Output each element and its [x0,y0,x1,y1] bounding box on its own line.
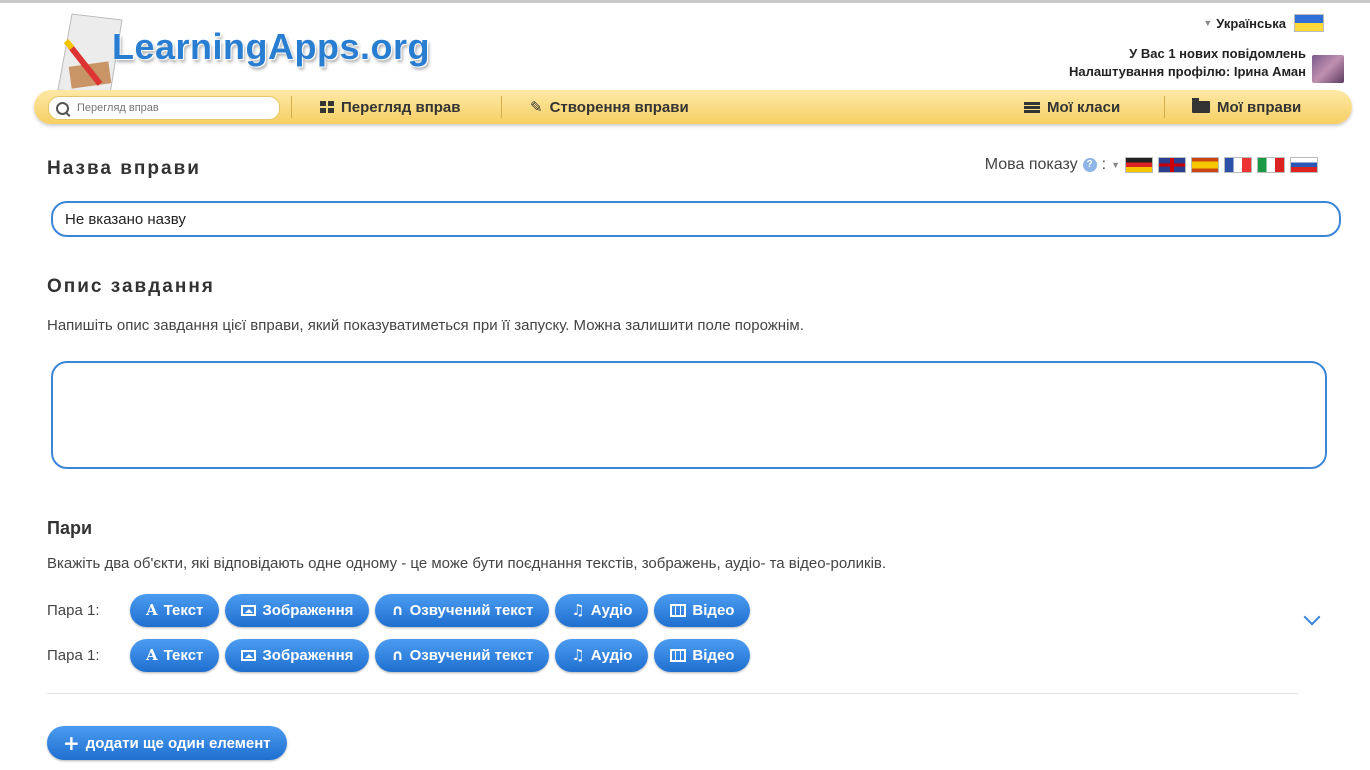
add-image-label: Зображення [262,646,354,664]
display-language-label: Мова показу [984,156,1078,173]
add-image-button[interactable]: Зображення [225,593,370,627]
add-audio-label: Аудіо [590,646,633,664]
language-label: Українська [1216,15,1286,31]
plus-icon: + [63,731,80,755]
messages-link[interactable]: У Вас 1 нових повідомлень [1129,46,1306,61]
nav-create-app[interactable]: ✎ Створення вправи [530,90,689,124]
image-icon [241,649,257,661]
nav-divider [501,96,502,118]
app-title-input[interactable] [51,201,1341,237]
add-text-label: Текст [163,601,204,619]
search-icon [56,101,69,115]
profile-settings-link[interactable]: Налаштування профілю: Ірина Аман [1069,64,1306,79]
music-icon: ♫ [571,646,585,664]
russian-flag-icon[interactable] [1290,157,1318,173]
add-text-label: Текст [163,646,204,664]
app-title-heading: Назва вправи [47,158,201,179]
site-logo[interactable]: LearningApps.org [112,26,430,68]
caret-down-icon: ▼ [1203,18,1213,28]
text-icon: A [146,601,158,619]
display-language-selector[interactable]: Мова показу ? : ▼ [985,156,1318,174]
add-image-button[interactable]: Зображення [225,638,370,672]
main-navbar: Перегляд вправ ✎ Створення вправи Мої кл… [34,90,1352,124]
nav-divider [1164,96,1165,118]
task-description-help: Напишіть опис завдання цієї вправи, який… [47,317,804,334]
headphones-icon: ∩ [391,646,404,664]
chevron-down-icon[interactable] [1303,608,1321,626]
film-icon [670,648,687,662]
italian-flag-icon[interactable] [1257,157,1285,173]
add-tts-button[interactable]: ∩ Озвучений текст [375,593,550,627]
task-description-heading: Опис завдання [47,276,215,297]
add-audio-label: Аудіо [590,601,633,619]
add-video-label: Відео [692,646,735,664]
add-element-button[interactable]: + додати ще один елемент [47,726,287,760]
nav-browse-label: Перегляд вправ [341,98,461,116]
german-flag-icon[interactable] [1125,157,1153,173]
grid-icon [320,101,334,113]
image-icon [241,604,257,616]
nav-create-label: Створення вправи [549,98,689,116]
add-tts-button[interactable]: ∩ Озвучений текст [375,638,550,672]
task-description-textarea[interactable] [51,361,1327,469]
pair-row: Пара 1: A Текст Зображення ∩ Озвучений т… [47,638,756,672]
search-input[interactable] [75,101,269,115]
add-tts-label: Озвучений текст [409,601,534,619]
add-video-button[interactable]: Відео [654,593,751,627]
folder-icon [1192,98,1210,113]
music-icon: ♫ [571,601,585,619]
film-icon [670,603,687,617]
add-audio-button[interactable]: ♫ Аудіо [555,593,649,627]
pairs-heading: Пари [47,518,93,538]
add-audio-button[interactable]: ♫ Аудіо [555,638,649,672]
add-text-button[interactable]: A Текст [130,593,220,627]
help-icon[interactable]: ? [1082,158,1097,172]
list-icon [1024,101,1040,113]
english-flag-icon[interactable] [1158,157,1186,173]
nav-my-apps-label: Мої вправи [1217,98,1302,116]
caret-down-icon[interactable]: ▼ [1111,160,1120,170]
pairs-help: Вкажіть два об'єкти, які відповідають од… [47,555,887,572]
nav-classes-label: Мої класи [1047,98,1121,116]
divider [47,693,1298,694]
language-selector[interactable]: ▼ Українська [1203,14,1324,32]
text-icon: A [146,646,158,664]
pair-label: Пара 1: [47,601,100,619]
french-flag-icon[interactable] [1224,157,1252,173]
nav-browse-apps[interactable]: Перегляд вправ [320,90,460,124]
add-video-button[interactable]: Відео [654,638,751,672]
add-image-label: Зображення [262,601,354,619]
nav-my-apps[interactable]: Мої вправи [1192,90,1301,124]
ukraine-flag-icon [1294,14,1324,32]
add-element-label: додати ще один елемент [85,734,271,752]
spanish-flag-icon[interactable] [1191,157,1219,173]
add-text-button[interactable]: A Текст [130,638,220,672]
nav-my-classes[interactable]: Мої класи [1024,90,1120,124]
headphones-icon: ∩ [391,601,404,619]
add-tts-label: Озвучений текст [409,646,534,664]
nav-divider [291,96,292,118]
window-top-border [0,0,1370,3]
pair-row: Пара 1: A Текст Зображення ∩ Озвучений т… [47,593,756,627]
display-language-separator: : [1101,156,1107,173]
search-box[interactable] [48,96,280,120]
pair-label: Пара 1: [47,646,100,664]
pencil-icon: ✎ [530,98,543,116]
add-video-label: Відео [692,601,735,619]
avatar[interactable] [1312,55,1344,83]
